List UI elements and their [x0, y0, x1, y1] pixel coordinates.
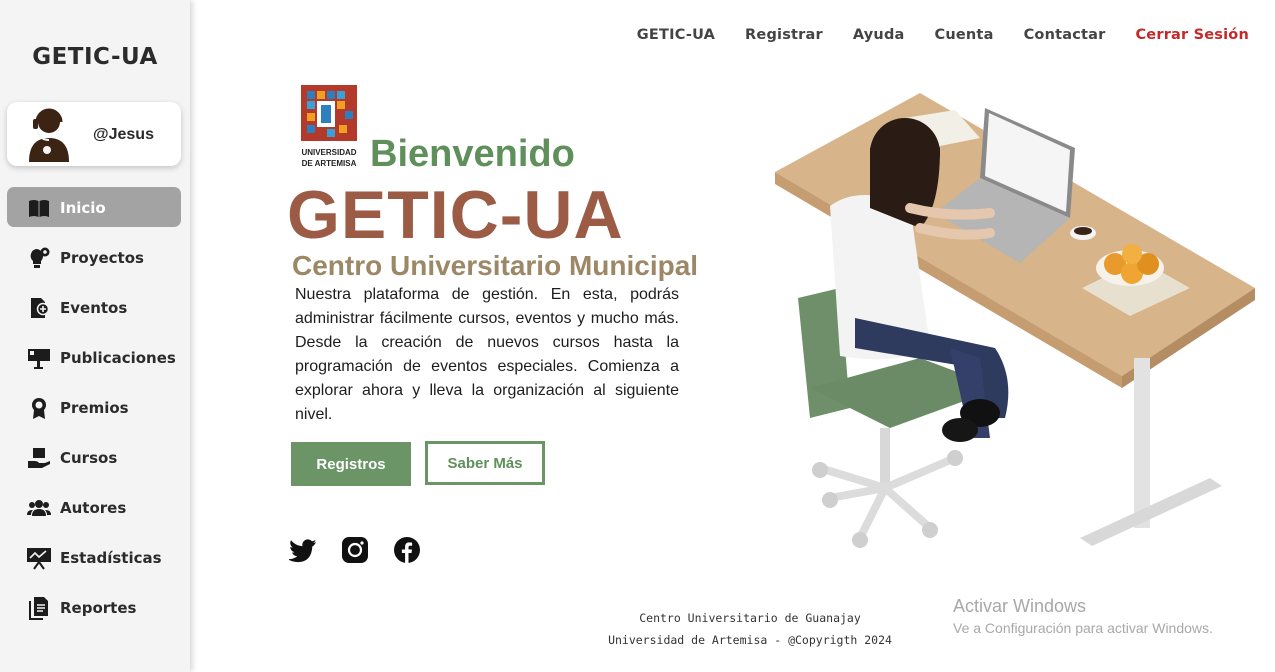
university-logo: UNIVERSIDAD DE ARTEMISA	[301, 85, 357, 168]
sidebar-item-label: Premios	[60, 399, 129, 417]
lightbulb-gear-icon	[30, 247, 50, 268]
logo-line-1: UNIVERSIDAD	[301, 148, 356, 157]
nav-link-contactar[interactable]: Contactar	[1024, 27, 1106, 43]
instagram-icon[interactable]	[341, 535, 369, 565]
watermark-title: Activar Windows	[953, 596, 1087, 616]
hero-illustration	[775, 93, 1255, 548]
users-icon	[27, 500, 51, 516]
saber-mas-button[interactable]: Saber Más	[425, 441, 545, 485]
sidebar-item-label: Estadísticas	[60, 549, 162, 567]
hero-description: Nuestra plataforma de gestión. En esta, …	[295, 286, 679, 423]
welcome-heading: Bienvenido	[370, 133, 575, 175]
activation-watermark: Activar Windows Ve a Configuración para …	[953, 596, 1213, 636]
sidebar-item-label: Cursos	[60, 449, 118, 467]
presentation-chart-icon	[27, 548, 51, 570]
calendar-add-icon	[31, 298, 50, 318]
sidebar-item-label: Inicio	[60, 199, 106, 217]
registros-button[interactable]: Registros	[291, 442, 411, 486]
user-headset-icon	[29, 108, 69, 162]
sidebar-item-inicio[interactable]: Inicio	[7, 187, 181, 227]
top-nav: GETIC-UA Registrar Ayuda Cuenta Contacta…	[607, 27, 1249, 43]
sidebar-brand: GETIC-UA	[32, 44, 158, 70]
sidebar-item-cursos[interactable]: Cursos	[7, 437, 181, 477]
nav-link-registrar[interactable]: Registrar	[745, 27, 823, 43]
sidebar-item-publicaciones[interactable]: Publicaciones	[7, 337, 181, 377]
sidebar-item-reportes[interactable]: Reportes	[7, 587, 181, 627]
sidebar-item-label: Eventos	[60, 299, 128, 317]
sidebar-item-label: Publicaciones	[60, 349, 176, 367]
twitter-icon[interactable]	[289, 535, 317, 565]
sidebar-item-proyectos[interactable]: Proyectos	[7, 237, 181, 277]
nav-link-cuenta[interactable]: Cuenta	[935, 27, 994, 43]
sidebar-item-estadisticas[interactable]: Estadísticas	[7, 537, 181, 577]
report-document-icon	[29, 597, 48, 620]
billboard-icon	[28, 349, 50, 369]
sidebar-item-label: Reportes	[60, 599, 137, 617]
hero-subtitle: Centro Universitario Municipal	[292, 250, 699, 281]
nav-link-ayuda[interactable]: Ayuda	[853, 27, 905, 43]
sidebar-item-premios[interactable]: Premios	[7, 387, 181, 427]
logo-line-2: DE ARTEMISA	[302, 159, 357, 168]
nav-link-getic[interactable]: GETIC-UA	[637, 27, 715, 43]
facebook-icon[interactable]	[393, 535, 421, 565]
hand-book-icon	[28, 448, 50, 468]
logout-link[interactable]: Cerrar Sesión	[1135, 27, 1249, 43]
sidebar-item-eventos[interactable]: Eventos	[7, 287, 181, 327]
hero-title: GETIC-UA	[287, 177, 624, 253]
profile-username: @Jesus	[93, 126, 154, 143]
book-open-icon	[29, 200, 49, 217]
sidebar-item-label: Autores	[60, 499, 127, 517]
footer: Centro Universitario de Guanajay Univers…	[590, 607, 910, 651]
sidebar-nav: Inicio Proyectos Eventos Publicaciones P…	[7, 187, 181, 637]
footer-line-2: Universidad de Artemisa - @Copyrigth 202…	[608, 633, 892, 647]
footer-line-1: Centro Universitario de Guanajay	[639, 611, 861, 625]
social-links	[289, 535, 445, 565]
sidebar-item-label: Proyectos	[60, 249, 144, 267]
sidebar-item-autores[interactable]: Autores	[7, 487, 181, 527]
sidebar: GETIC-UA @Jesus Inicio Proyectos Eventos…	[0, 0, 190, 672]
award-icon	[32, 398, 46, 419]
watermark-subtitle: Ve a Configuración para activar Windows.	[953, 620, 1213, 636]
profile-card[interactable]: @Jesus	[7, 102, 181, 166]
